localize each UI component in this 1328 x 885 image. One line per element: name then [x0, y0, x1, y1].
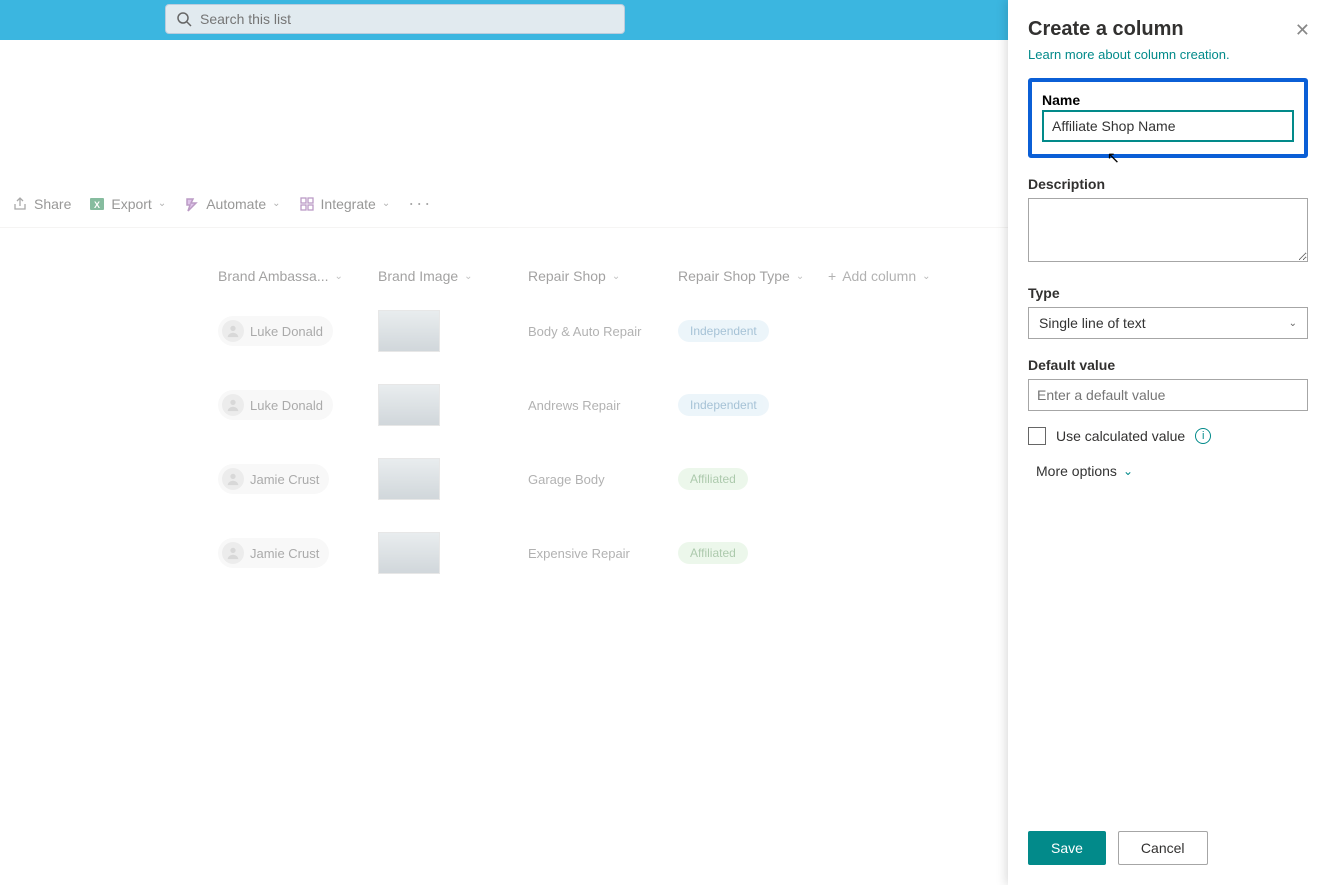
name-label: Name: [1042, 92, 1080, 108]
avatar: [222, 468, 244, 490]
integrate-label: Integrate: [321, 196, 376, 212]
svg-text:X: X: [94, 200, 100, 210]
info-icon[interactable]: i: [1195, 428, 1211, 444]
person-name: Jamie Crust: [250, 546, 319, 561]
name-field-highlight: Name: [1028, 78, 1308, 158]
chevron-down-icon: ⌄: [922, 271, 930, 282]
status-badge: Independent: [678, 394, 769, 416]
repair-shop-cell: Garage Body: [528, 472, 678, 487]
person-pill[interactable]: Jamie Crust: [218, 464, 329, 494]
export-button[interactable]: X Export ⌄: [89, 196, 166, 212]
chevron-down-icon: ⌄: [382, 198, 390, 209]
integrate-icon: [299, 196, 315, 212]
cancel-button[interactable]: Cancel: [1118, 831, 1208, 865]
avatar: [222, 320, 244, 342]
status-badge: Affiliated: [678, 542, 748, 564]
plus-icon: +: [828, 268, 836, 284]
brand-image-thumbnail[interactable]: [378, 310, 440, 352]
share-label: Share: [34, 196, 71, 212]
add-column-label: Add column: [842, 268, 916, 284]
person-name: Luke Donald: [250, 398, 323, 413]
repair-shop-cell: Body & Auto Repair: [528, 324, 678, 339]
chevron-down-icon: ⌄: [272, 198, 280, 209]
integrate-button[interactable]: Integrate ⌄: [299, 196, 391, 212]
column-label: Repair Shop Type: [678, 268, 790, 284]
share-icon: [12, 196, 28, 212]
default-value-label: Default value: [1028, 357, 1308, 373]
panel-footer: Save Cancel: [1008, 815, 1328, 885]
column-header-brand-image[interactable]: Brand Image ⌄: [378, 268, 528, 284]
more-options-label: More options: [1036, 463, 1117, 479]
brand-image-thumbnail[interactable]: [378, 458, 440, 500]
learn-more-link[interactable]: Learn more about column creation.: [1028, 47, 1230, 62]
calculated-value-label: Use calculated value: [1056, 428, 1185, 444]
status-badge: Affiliated: [678, 468, 748, 490]
brand-image-thumbnail[interactable]: [378, 532, 440, 574]
search-icon: [176, 11, 192, 27]
person-pill[interactable]: Jamie Crust: [218, 538, 329, 568]
description-input[interactable]: [1028, 198, 1308, 262]
column-header-repair-shop-type[interactable]: Repair Shop Type ⌄: [678, 268, 828, 284]
save-button[interactable]: Save: [1028, 831, 1106, 865]
chevron-down-icon: ⌄: [158, 198, 166, 209]
column-header-repair-shop[interactable]: Repair Shop ⌄: [528, 268, 678, 284]
person-pill[interactable]: Luke Donald: [218, 390, 333, 420]
close-icon[interactable]: ✕: [1295, 20, 1310, 41]
column-label: Brand Image: [378, 268, 458, 284]
search-input[interactable]: [200, 11, 614, 27]
type-label: Type: [1028, 285, 1308, 301]
person-pill[interactable]: Luke Donald: [218, 316, 333, 346]
type-value: Single line of text: [1039, 315, 1146, 331]
excel-icon: X: [89, 196, 105, 212]
calculated-value-checkbox[interactable]: [1028, 427, 1046, 445]
chevron-down-icon: ⌄: [796, 271, 804, 282]
column-header-brand-ambassador[interactable]: Brand Ambassa... ⌄: [218, 268, 378, 284]
person-name: Jamie Crust: [250, 472, 319, 487]
automate-label: Automate: [206, 196, 266, 212]
panel-title: Create a column: [1028, 18, 1308, 41]
chevron-down-icon: ⌄: [464, 271, 472, 282]
chevron-down-icon: ⌄: [1123, 464, 1133, 478]
person-name: Luke Donald: [250, 324, 323, 339]
type-select[interactable]: Single line of text ⌄: [1028, 307, 1308, 339]
more-actions-button[interactable]: ···: [408, 193, 432, 214]
column-label: Brand Ambassa...: [218, 268, 329, 284]
brand-image-thumbnail[interactable]: [378, 384, 440, 426]
avatar: [222, 394, 244, 416]
chevron-down-icon: ⌄: [1289, 318, 1297, 329]
chevron-down-icon: ⌄: [612, 271, 620, 282]
status-badge: Independent: [678, 320, 769, 342]
repair-shop-cell: Andrews Repair: [528, 398, 678, 413]
default-value-input[interactable]: [1028, 379, 1308, 411]
avatar: [222, 542, 244, 564]
description-label: Description: [1028, 176, 1308, 192]
column-label: Repair Shop: [528, 268, 606, 284]
chevron-down-icon: ⌄: [335, 271, 343, 282]
search-box[interactable]: [165, 4, 625, 34]
repair-shop-cell: Expensive Repair: [528, 546, 678, 561]
automate-button[interactable]: Automate ⌄: [184, 196, 280, 212]
name-input[interactable]: [1042, 110, 1294, 142]
create-column-panel: Create a column ✕ Learn more about colum…: [1008, 0, 1328, 885]
more-options-toggle[interactable]: More options ⌄: [1028, 463, 1308, 479]
add-column-button[interactable]: + Add column ⌄: [828, 268, 978, 284]
export-label: Export: [111, 196, 151, 212]
share-button[interactable]: Share: [12, 196, 71, 212]
automate-icon: [184, 196, 200, 212]
